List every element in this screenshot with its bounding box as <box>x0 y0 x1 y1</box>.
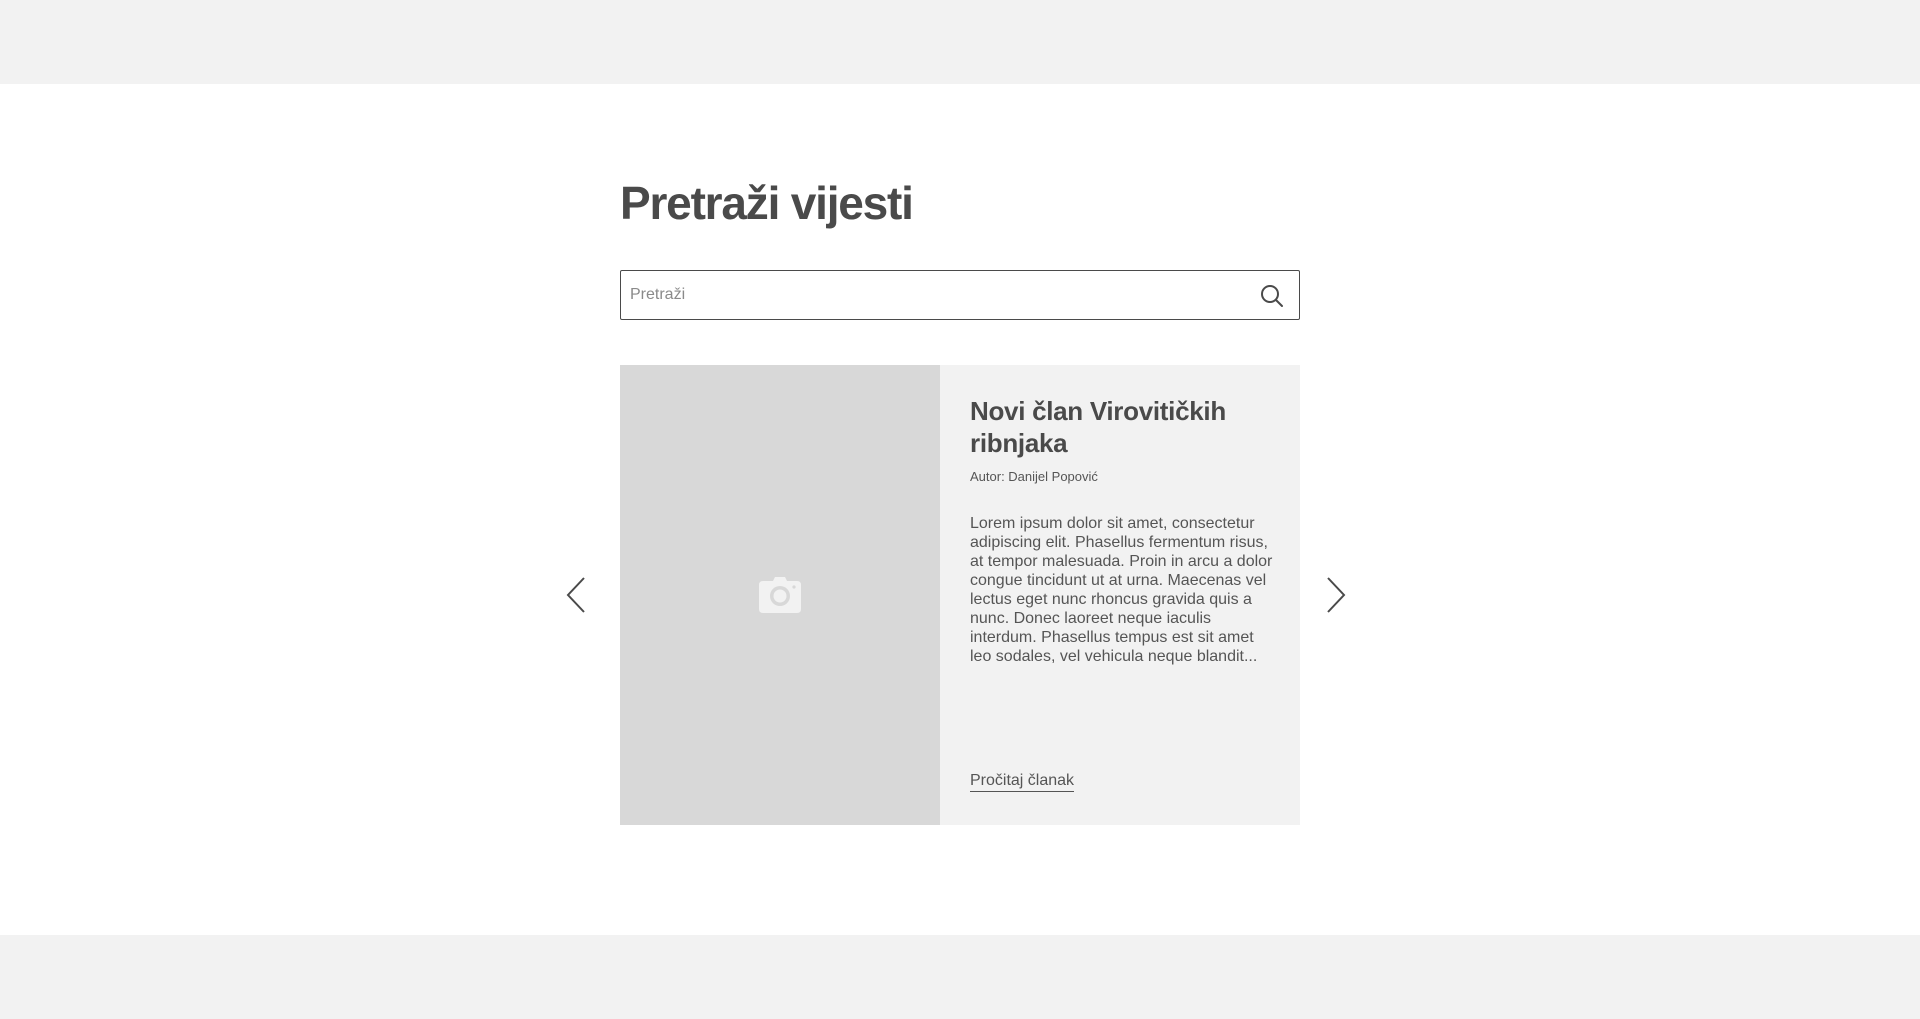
camera-icon <box>759 577 801 613</box>
chevron-right-icon[interactable] <box>1324 575 1348 615</box>
article-author: Autor: Danijel Popović <box>970 469 1098 484</box>
page-title: Pretraži vijesti <box>620 177 914 229</box>
footer-band <box>0 935 1920 1019</box>
search-icon[interactable] <box>1259 283 1285 309</box>
search-input[interactable] <box>621 271 1230 318</box>
article-title: Novi član Virovitičkih ribnjaka <box>970 396 1226 458</box>
search-box <box>620 270 1300 320</box>
chevron-left-icon[interactable] <box>564 575 588 615</box>
header-band <box>0 0 1920 84</box>
article-excerpt: Lorem ipsum dolor sit amet, consectetur … <box>970 515 1273 665</box>
article-body: Novi član Virovitičkih ribnjaka Autor: D… <box>970 395 1275 666</box>
article-card: Novi član Virovitičkih ribnjaka Autor: D… <box>620 365 1300 825</box>
article-image-placeholder <box>620 365 940 825</box>
read-article-link[interactable]: Pročitaj članak <box>970 772 1075 792</box>
